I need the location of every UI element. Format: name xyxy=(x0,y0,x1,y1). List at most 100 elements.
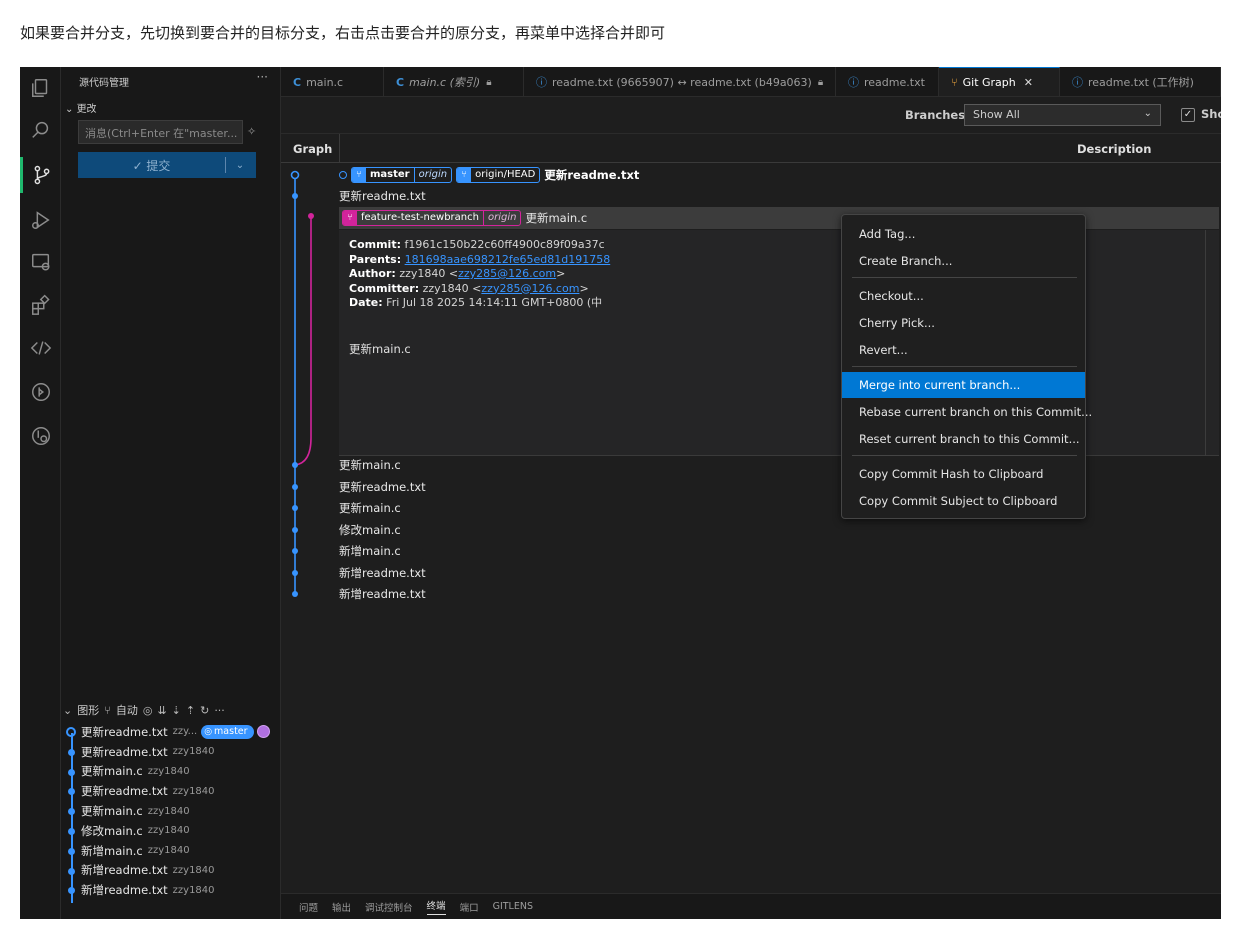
sidebar-title: 源代码管理 xyxy=(79,78,129,89)
author-email-link[interactable]: zzy285@126.com xyxy=(458,267,556,280)
ref-name: master xyxy=(370,169,410,181)
fetch-icon[interactable]: ⇊ xyxy=(157,704,166,717)
branch-ref-feature[interactable]: ⑂ feature-test-newbranch origin xyxy=(342,209,522,226)
commit-button-label: ✓ 提交 xyxy=(132,158,171,173)
details-divider[interactable] xyxy=(1205,230,1206,456)
committer-name: zzy1840 < xyxy=(422,281,482,295)
commit-subject: 更新main.c xyxy=(339,500,401,515)
graph-auto-label[interactable]: 自动 xyxy=(116,702,138,718)
more-icon[interactable]: ··· xyxy=(214,704,225,717)
table-row[interactable]: 新增readme.txt xyxy=(339,583,1219,605)
source-control-icon[interactable] xyxy=(20,157,61,193)
changes-section-header[interactable]: ⌄ 更改 xyxy=(65,100,97,115)
tab-readme-diff[interactable]: ⓘ readme.txt (9665907) ↔ readme.txt (b49a… xyxy=(524,67,836,96)
show-remote-checkbox[interactable]: ✓ xyxy=(1181,108,1195,122)
menu-separator xyxy=(852,455,1077,456)
run-debug-icon[interactable] xyxy=(20,202,61,238)
commit-subject: 更新readme.txt xyxy=(339,479,426,494)
tab-ports[interactable]: 端口 xyxy=(460,900,479,914)
table-row[interactable]: 新增main.c xyxy=(339,540,1219,562)
parent-hash-link[interactable]: 181698aae698212fe65ed81d191758 xyxy=(405,253,611,266)
table-row[interactable]: 修改main.c xyxy=(339,519,1219,541)
menu-item-cherry-pick[interactable]: Cherry Pick... xyxy=(842,310,1085,336)
gitlens-icon[interactable] xyxy=(20,374,61,410)
gitlens-inspect-icon[interactable] xyxy=(20,418,61,454)
commit-subject: 更新readme.txt xyxy=(81,784,168,799)
graph-column-header[interactable]: Graph xyxy=(293,142,332,156)
target-icon[interactable]: ◎ xyxy=(143,704,153,717)
menu-item-add-tag[interactable]: Add Tag... xyxy=(842,221,1085,247)
push-icon[interactable]: ⇡ xyxy=(186,704,195,717)
tab-git-graph[interactable]: ⑂ Git Graph ✕ xyxy=(939,67,1060,96)
remote-explorer-icon[interactable] xyxy=(20,244,61,280)
code-icon[interactable] xyxy=(20,330,61,366)
menu-item-rebase[interactable]: Rebase current branch on this Commit... xyxy=(842,399,1092,425)
column-divider[interactable] xyxy=(339,134,340,163)
tab-readme-worktree[interactable]: ⓘ readme.txt (工作树) xyxy=(1060,67,1221,96)
commit-subject: 更新main.c xyxy=(81,804,143,819)
committer-email-link[interactable]: zzy285@126.com xyxy=(481,282,579,295)
commit-body: 更新main.c xyxy=(349,342,411,356)
chevron-down-icon[interactable]: ⌄ xyxy=(226,160,254,171)
commit-node xyxy=(292,484,298,490)
explorer-icon[interactable] xyxy=(20,70,61,106)
menu-separator xyxy=(852,366,1077,367)
list-item[interactable]: 更新readme.txt zzy1840 xyxy=(65,742,279,762)
table-row[interactable]: 更新readme.txt xyxy=(339,185,1219,207)
tab-main-c[interactable]: Cmain.c xyxy=(281,67,384,96)
table-row[interactable]: 更新main.c xyxy=(339,454,1219,476)
list-item[interactable]: 新增readme.txt zzy1840 xyxy=(65,861,279,881)
refresh-icon[interactable]: ↻ xyxy=(200,704,209,717)
menu-item-create-branch[interactable]: Create Branch... xyxy=(842,248,1085,274)
list-item[interactable]: 更新main.c zzy1840 xyxy=(65,801,279,821)
table-row[interactable]: 更新main.c xyxy=(339,497,1219,519)
tab-output[interactable]: 输出 xyxy=(332,900,351,914)
table-row[interactable]: 更新readme.txt xyxy=(339,476,1219,498)
commit-button[interactable]: ✓ 提交 ⌄ xyxy=(78,152,256,178)
commit-author: zzy1840 xyxy=(172,884,215,896)
tab-problems[interactable]: 问题 xyxy=(299,900,318,914)
tab-debug-console[interactable]: 调试控制台 xyxy=(365,900,413,914)
search-icon[interactable] xyxy=(20,112,61,148)
menu-item-copy-subject[interactable]: Copy Commit Subject to Clipboard xyxy=(842,488,1085,514)
sparkle-icon[interactable]: ✧ xyxy=(247,125,256,138)
list-item[interactable]: 更新readme.txt zzy... ◎ master xyxy=(65,722,279,742)
branch-ref-origin-head[interactable]: ⑂ origin/HEAD xyxy=(456,166,541,183)
description-column-header[interactable]: Description xyxy=(1077,142,1151,156)
branch-icon[interactable]: ⑂ xyxy=(104,704,111,717)
tab-main-c-index[interactable]: Cmain.c (索引) 🔒︎ xyxy=(384,67,524,96)
tab-label: readme.txt (工作树) xyxy=(1088,76,1194,89)
menu-item-checkout[interactable]: Checkout... xyxy=(842,283,1085,309)
editor-area: Cmain.c Cmain.c (索引) 🔒︎ ⓘ readme.txt (9665… xyxy=(281,67,1221,919)
commit-node xyxy=(292,505,298,511)
branch-ref-master[interactable]: ⑂ master origin xyxy=(351,166,453,183)
list-item[interactable]: 新增readme.txt zzy1840 xyxy=(65,880,279,900)
extensions-icon[interactable] xyxy=(20,287,61,323)
author-label: Author: xyxy=(349,267,396,280)
commit-dot-icon xyxy=(68,867,75,875)
list-item[interactable]: 更新main.c zzy1840 xyxy=(65,762,279,782)
pull-icon[interactable]: ⇣ xyxy=(172,704,181,717)
table-row[interactable]: ⑂ master origin ⑂ origin/HEAD 更新readme.txt xyxy=(339,164,1219,186)
table-row-selected[interactable]: ⑂ feature-test-newbranch origin 更新main.c xyxy=(339,207,1219,229)
table-row[interactable]: 新增readme.txt xyxy=(339,562,1219,584)
tab-readme[interactable]: ⓘ readme.txt xyxy=(836,67,939,96)
menu-item-copy-hash[interactable]: Copy Commit Hash to Clipboard xyxy=(842,461,1085,487)
list-item[interactable]: 修改main.c zzy1840 xyxy=(65,821,279,841)
tab-gitlens[interactable]: GITLENS xyxy=(493,901,533,912)
commit-subject: 新增main.c xyxy=(339,543,401,558)
close-icon[interactable]: ✕ xyxy=(1024,76,1033,89)
list-item[interactable]: 新增main.c zzy1840 xyxy=(65,841,279,861)
menu-item-reset[interactable]: Reset current branch to this Commit... xyxy=(842,426,1085,452)
branches-dropdown[interactable]: Show All ⌄ xyxy=(964,104,1161,126)
graph-section-header[interactable]: ⌄ 图形 ⑂ 自动 ◎ ⇊ ⇣ ⇡ ↻ ··· xyxy=(63,700,279,720)
more-actions-button[interactable]: ··· xyxy=(257,70,268,84)
commit-message-input[interactable]: 消息(Ctrl+Enter 在"master... xyxy=(78,120,243,144)
tab-terminal[interactable]: 终端 xyxy=(426,898,446,915)
chevron-down-icon: ⌄ xyxy=(1143,108,1152,119)
commit-label: Commit: xyxy=(349,238,401,251)
commit-context-menu: Add Tag... Create Branch... Checkout... … xyxy=(841,214,1092,519)
list-item[interactable]: 更新readme.txt zzy1840 xyxy=(65,781,279,801)
menu-item-merge[interactable]: Merge into current branch... xyxy=(842,372,1085,398)
menu-item-revert[interactable]: Revert... xyxy=(842,337,1085,363)
